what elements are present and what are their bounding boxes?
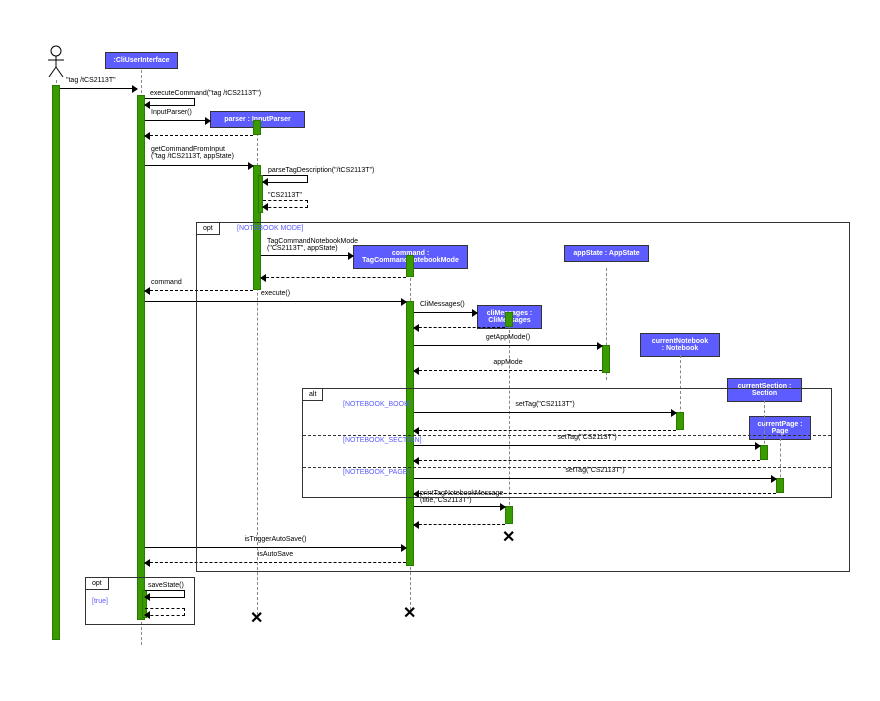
destroy-climessages: ✕ <box>502 527 515 547</box>
destroy-parser: ✕ <box>250 608 263 628</box>
msg-inputparser: InputParser() <box>145 120 210 121</box>
participant-cli: :CliUserInterface <box>105 52 178 69</box>
frame-opt-notebook-mode-guard: [NOTEBOOK MODE] <box>237 225 304 232</box>
msg-user-input: "tag /tCS2113T" <box>60 88 137 89</box>
activation-cli-1 <box>137 95 145 620</box>
frame-opt-true: opt [true] <box>85 577 195 625</box>
msg-execute-command <box>145 98 195 106</box>
msg-getcommand-label: getCommandFromInput ("tag /tCS2113T, app… <box>151 146 234 160</box>
frame-alt-guard1: [NOTEBOOK_BOOK] <box>343 401 411 408</box>
frame-alt-guard2: [NOTEBOOK_SECTION] <box>343 437 422 444</box>
frame-opt-true-label: opt <box>86 578 109 590</box>
activation-parser-ctor <box>253 120 261 135</box>
msg-parsetag-label: parseTagDescription("/tCS2113T") <box>268 167 374 174</box>
actor-icon <box>44 45 68 79</box>
frame-alt-sep1 <box>303 435 831 436</box>
msg-execute-command-label: executeCommand("tag /tCS2113T") <box>150 90 261 97</box>
destroy-command: ✕ <box>403 603 416 623</box>
msg-getcommand: getCommandFromInput ("tag /tCS2113T, app… <box>145 165 253 166</box>
activation-actor <box>52 85 60 640</box>
frame-opt-notebook-mode-label: opt <box>197 223 220 235</box>
return-parsetag <box>263 200 308 208</box>
msg-user-input-label: "tag /tCS2113T" <box>66 77 116 84</box>
frame-alt-sep2 <box>303 467 831 468</box>
frame-alt-guard3: [NOTEBOOK_PAGE] <box>343 469 409 476</box>
frame-alt: alt [NOTEBOOK_BOOK] [NOTEBOOK_SECTION] [… <box>302 388 832 498</box>
return-parsetag-label: "CS2113T" <box>268 192 302 199</box>
msg-inputparser-label: InputParser() <box>151 109 192 116</box>
msg-parsetag <box>263 175 308 183</box>
return-parser-ctor <box>145 135 253 136</box>
return-command-label: command <box>151 279 182 286</box>
frame-opt-true-guard: [true] <box>92 598 108 605</box>
frame-alt-label: alt <box>303 389 323 401</box>
